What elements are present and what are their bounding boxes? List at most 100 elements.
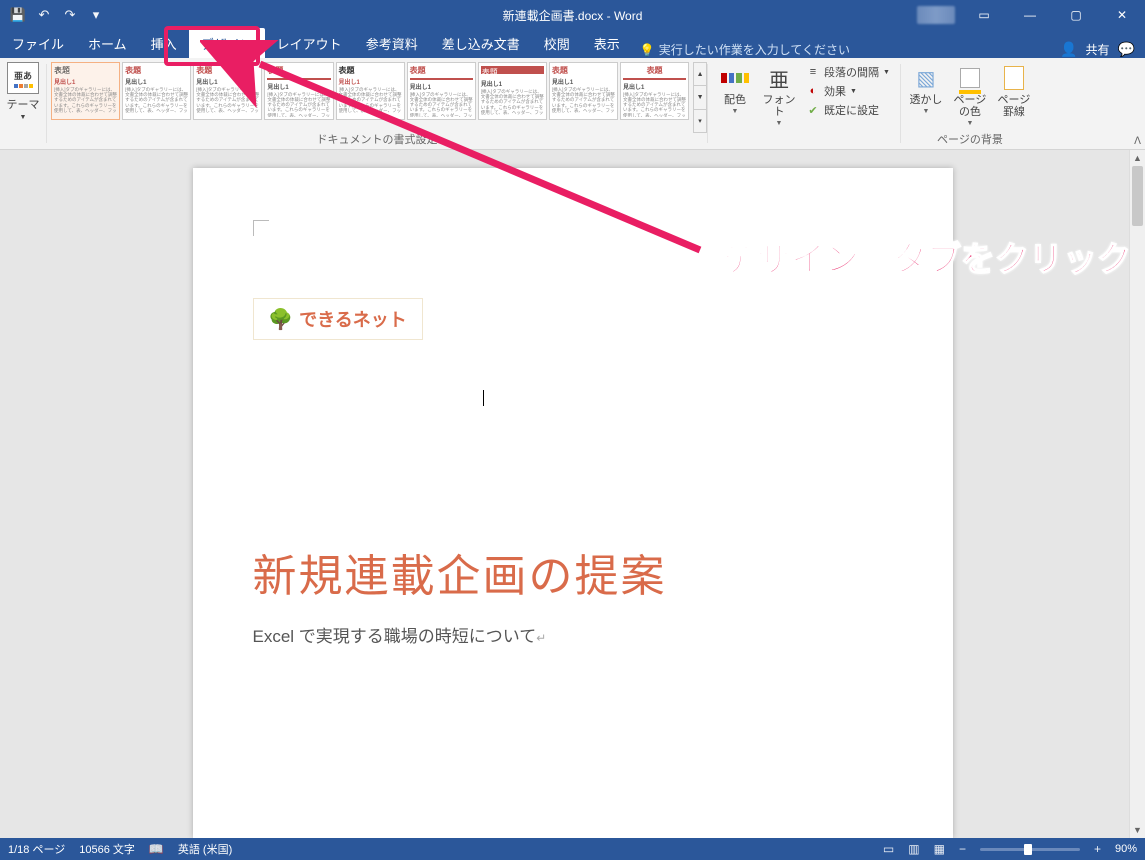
document-area[interactable]: 🌳 できるネット 新規連載企画の提案 Excel で実現する職場の時短について↵ [0, 150, 1145, 838]
themes-label: テーマ [7, 96, 40, 112]
style-set-item[interactable]: 表題 見出し1 [挿入]タブのギャラリーには、文書全体の体裁に合わせて調整するた… [51, 62, 120, 120]
themes-dropdown-icon[interactable]: ▼ [20, 114, 27, 121]
text-cursor [483, 390, 484, 406]
tell-me-placeholder: 実行したい作業を入力してください [659, 41, 850, 58]
paragraph-mark-icon: ↵ [536, 631, 546, 645]
check-icon: ✔ [806, 104, 820, 117]
gallery-down-icon[interactable]: ▼ [694, 86, 706, 109]
tab-design[interactable]: デザイン [189, 28, 265, 58]
web-layout-icon[interactable]: ▦ [934, 842, 945, 856]
account-blur [917, 6, 955, 24]
logo-text: できるネット [299, 306, 407, 332]
lightbulb-icon: 💡 [640, 43, 655, 57]
ribbon-design: 亜あ テーマ ▼ 表題 見出し1 [挿入]タブのギャラリーには、文書全体の体裁に… [0, 58, 1145, 150]
watermark-icon: ▧ [912, 64, 940, 92]
chevron-down-icon: ▼ [732, 108, 739, 115]
qat-customize-icon[interactable]: ▾ [88, 7, 104, 23]
print-layout-icon[interactable]: ▥ [908, 842, 919, 856]
page-borders-button[interactable]: ページ罫線 [993, 62, 1035, 133]
logo-image: 🌳 できるネット [253, 298, 423, 340]
quick-access-toolbar: 💾 ↶ ↷ ▾ [0, 7, 104, 23]
watermark-button[interactable]: ▧ 透かし ▼ [905, 62, 947, 133]
status-page[interactable]: 1/18 ページ [8, 841, 65, 857]
paragraph-options: ≡ 段落の間隔 ▼ ◐ 効果 ▼ ✔ 既定に設定 [802, 62, 894, 133]
chevron-down-icon: ▼ [966, 120, 973, 127]
minimize-icon[interactable]: — [1007, 0, 1053, 30]
undo-icon[interactable]: ↶ [36, 7, 52, 23]
status-bar: 1/18 ページ 10566 文字 📖 英語 (米国) ▭ ▥ ▦ − + 90… [0, 838, 1145, 860]
chevron-down-icon: ▼ [776, 120, 783, 127]
page-color-icon [956, 64, 984, 92]
tab-mailings[interactable]: 差し込み文書 [430, 28, 532, 58]
maximize-icon[interactable]: ▢ [1053, 0, 1099, 30]
paragraph-spacing-button[interactable]: ≡ 段落の間隔 ▼ [806, 64, 890, 80]
style-set-item[interactable]: 表題 見出し1 [挿入]タブのギャラリーには、文書全体の体裁に合わせて調整するた… [193, 62, 262, 120]
share-area: 👤 共有 💬 [1060, 41, 1145, 58]
status-word-count[interactable]: 10566 文字 [79, 841, 135, 857]
style-set-item[interactable]: 表題 見出し1 [挿入]タブのギャラリーには、文書全体の体裁に合わせて調整するた… [620, 62, 689, 120]
tab-references[interactable]: 参考資料 [354, 28, 430, 58]
style-set-item[interactable]: 表題 見出し1 [挿入]タブのギャラリーには、文書全体の体裁に合わせて調整するた… [478, 62, 547, 120]
redo-icon[interactable]: ↷ [62, 7, 78, 23]
style-set-item[interactable]: 表題 見出し1 [挿入]タブのギャラリーには、文書全体の体裁に合わせて調整するた… [336, 62, 405, 120]
comments-icon[interactable]: 💬 [1118, 41, 1135, 58]
tab-review[interactable]: 校閲 [532, 28, 582, 58]
close-icon[interactable]: ✕ [1099, 0, 1145, 30]
document-subtitle[interactable]: Excel で実現する職場の時短について↵ [253, 622, 893, 647]
tab-home[interactable]: ホーム [76, 28, 139, 58]
user-icon: 👤 [1060, 41, 1077, 58]
margin-corner-mark [253, 220, 269, 236]
fonts-icon: 亜 [765, 64, 793, 92]
read-mode-icon[interactable]: ▭ [883, 842, 894, 856]
vertical-scrollbar[interactable]: ▲ ▼ [1129, 150, 1145, 838]
paragraph-spacing-icon: ≡ [806, 66, 820, 78]
page-bg-group-label: ページの背景 [901, 131, 1039, 147]
style-set-item[interactable]: 表題 見出し1 [挿入]タブのギャラリーには、文書全体の体裁に合わせて調整するた… [407, 62, 476, 120]
themes-aa-icon: 亜あ [14, 69, 32, 82]
window-controls: ▭ — ▢ ✕ [917, 0, 1145, 30]
page-background-group: ▧ 透かし ▼ ページの色 ▼ ページ罫線 ページの背景 [901, 58, 1039, 149]
styleset-heading: 見出し1 [54, 77, 117, 86]
style-set-item[interactable]: 表題 見出し1 [挿入]タブのギャラリーには、文書全体の体裁に合わせて調整するた… [549, 62, 618, 120]
save-icon[interactable]: 💾 [10, 7, 26, 23]
document-title[interactable]: 新規連載企画の提案 [253, 540, 893, 604]
spellcheck-icon[interactable]: 📖 [149, 842, 164, 856]
zoom-in-icon[interactable]: + [1094, 842, 1101, 856]
gallery-up-icon[interactable]: ▲ [694, 63, 706, 86]
zoom-slider[interactable] [980, 848, 1080, 851]
zoom-slider-knob[interactable] [1024, 844, 1032, 855]
tab-view[interactable]: 表示 [582, 28, 632, 58]
zoom-out-icon[interactable]: − [959, 842, 966, 856]
colors-icon [721, 64, 749, 92]
chevron-down-icon: ▼ [850, 88, 857, 95]
tab-layout[interactable]: レイアウト [265, 28, 354, 58]
ribbon-tabs: ファイル ホーム 挿入 デザイン レイアウト 参考資料 差し込み文書 校閲 表示… [0, 30, 1145, 58]
page-color-button[interactable]: ページの色 ▼ [949, 62, 991, 133]
status-language[interactable]: 英語 (米国) [178, 841, 232, 857]
effects-button[interactable]: ◐ 効果 ▼ [806, 83, 890, 99]
set-default-button[interactable]: ✔ 既定に設定 [806, 102, 890, 118]
themes-button[interactable]: 亜あ [7, 62, 39, 94]
scroll-thumb[interactable] [1132, 166, 1143, 226]
title-bar: 💾 ↶ ↷ ▾ 新連載企画書.docx - Word ▭ — ▢ ✕ [0, 0, 1145, 30]
fonts-button[interactable]: 亜 フォント ▼ [758, 62, 800, 133]
gallery-more-icon[interactable]: ▾ [694, 110, 706, 132]
page[interactable]: 🌳 できるネット 新規連載企画の提案 Excel で実現する職場の時短について↵ [193, 168, 953, 838]
style-set-item[interactable]: 表題 見出し1 [挿入]タブのギャラリーには、文書全体の体裁に合わせて調整するた… [122, 62, 191, 120]
page-borders-icon [1000, 64, 1028, 92]
tell-me-box[interactable]: 💡 実行したい作業を入力してください [632, 41, 850, 58]
zoom-level[interactable]: 90% [1115, 843, 1137, 855]
ribbon-display-icon[interactable]: ▭ [961, 0, 1007, 30]
gallery-scroll[interactable]: ▲ ▼ ▾ [693, 62, 707, 133]
style-set-item[interactable]: 表題 見出し1 [挿入]タブのギャラリーには、文書全体の体裁に合わせて調整するた… [264, 62, 333, 120]
scroll-down-icon[interactable]: ▼ [1130, 822, 1145, 838]
chevron-down-icon: ▼ [883, 69, 890, 76]
collapse-ribbon-icon[interactable]: ᐱ [1134, 136, 1141, 147]
themes-group: 亜あ テーマ ▼ [0, 58, 46, 149]
scroll-up-icon[interactable]: ▲ [1130, 150, 1145, 166]
effects-icon: ◐ [806, 85, 820, 97]
share-button[interactable]: 共有 [1086, 41, 1110, 58]
colors-button[interactable]: 配色 ▼ [714, 62, 756, 133]
tab-insert[interactable]: 挿入 [139, 28, 189, 58]
tab-file[interactable]: ファイル [0, 28, 76, 58]
